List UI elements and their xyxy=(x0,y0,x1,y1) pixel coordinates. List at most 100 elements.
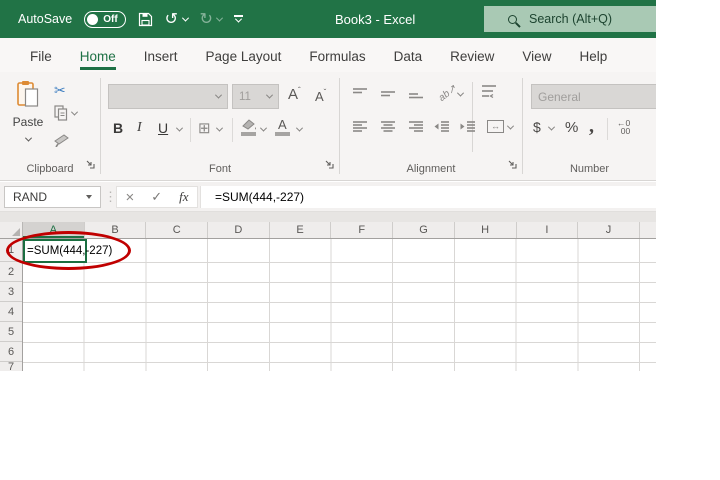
alignment-group-label: Alignment xyxy=(340,163,522,175)
column-header-k-partial[interactable] xyxy=(640,222,656,238)
tab-review[interactable]: Review xyxy=(436,38,508,72)
name-box[interactable]: RAND xyxy=(4,186,101,208)
align-middle-button[interactable] xyxy=(380,86,396,104)
percent-button[interactable]: % xyxy=(565,119,578,136)
enter-button[interactable]: ✓ xyxy=(151,189,162,205)
orientation-button[interactable]: ab↗ xyxy=(437,83,459,104)
wrap-text-button[interactable] xyxy=(481,84,497,104)
column-header-d[interactable]: D xyxy=(208,222,270,238)
column-header-h[interactable]: H xyxy=(455,222,517,238)
name-box-dropdown-icon[interactable] xyxy=(86,195,92,199)
column-header-j[interactable]: J xyxy=(578,222,640,238)
row-header-5[interactable]: 5 xyxy=(0,322,22,342)
redo-icon: ↻ xyxy=(200,9,213,29)
tab-file[interactable]: File xyxy=(16,38,66,72)
grow-font-button[interactable]: Aˆ xyxy=(288,86,301,103)
annotation-ellipse xyxy=(6,231,131,270)
alignment-dialog-launcher[interactable] xyxy=(507,156,517,174)
increase-indent-button[interactable] xyxy=(460,120,476,139)
font-name-select[interactable] xyxy=(108,84,228,109)
clipboard-dialog-launcher[interactable] xyxy=(85,156,95,174)
font-size-value: 11 xyxy=(233,91,267,103)
font-dialog-launcher[interactable] xyxy=(324,156,334,174)
number-format-value: General xyxy=(532,90,656,104)
cut-button[interactable]: ✂ xyxy=(54,82,66,99)
cancel-button[interactable]: × xyxy=(125,189,134,206)
format-painter-button[interactable] xyxy=(54,134,69,147)
font-name-dropdown-icon xyxy=(215,92,222,99)
merge-dropdown-icon[interactable] xyxy=(507,123,514,130)
font-color-dropdown-icon[interactable] xyxy=(296,125,303,132)
align-bottom-button[interactable] xyxy=(408,86,424,104)
undo-button[interactable]: ↺ xyxy=(165,0,188,38)
group-number: General $ % , ←0 00 Number xyxy=(523,72,656,180)
paste-icon xyxy=(16,80,40,108)
tab-insert[interactable]: Insert xyxy=(130,38,192,72)
underline-button[interactable]: U xyxy=(158,120,168,136)
font-size-select[interactable]: 11 xyxy=(232,84,279,109)
currency-button[interactable]: $ xyxy=(533,119,541,135)
italic-button[interactable]: I xyxy=(137,120,142,136)
paste-dropdown-icon[interactable] xyxy=(24,135,31,142)
ribbon-tab-row: File Home Insert Page Layout Formulas Da… xyxy=(0,38,656,72)
tab-help[interactable]: Help xyxy=(565,38,621,72)
formula-grid-divider xyxy=(0,212,656,222)
borders-dropdown-icon[interactable] xyxy=(216,125,223,132)
tab-formulas[interactable]: Formulas xyxy=(295,38,379,72)
search-input[interactable]: Search (Alt+Q) xyxy=(484,6,656,32)
align-right-button[interactable] xyxy=(408,120,424,139)
tab-home[interactable]: Home xyxy=(66,38,130,72)
number-group-label: Number xyxy=(523,163,656,175)
tab-data[interactable]: Data xyxy=(380,38,437,72)
increase-decimal-button[interactable]: ←0 00 xyxy=(617,120,630,135)
font-group-label: Font xyxy=(101,163,339,175)
row-header-3[interactable]: 3 xyxy=(0,282,22,302)
redo-dropdown-icon xyxy=(216,14,223,21)
merge-center-button[interactable]: ↔ xyxy=(487,120,504,133)
autosave-label: AutoSave xyxy=(18,12,72,26)
column-header-i[interactable]: I xyxy=(517,222,579,238)
autosave-toggle[interactable]: Off xyxy=(84,11,125,28)
comma-style-button[interactable]: , xyxy=(589,119,594,133)
row-header-4[interactable]: 4 xyxy=(0,302,22,322)
row-header-7[interactable]: 7 xyxy=(0,362,22,371)
align-center-button[interactable] xyxy=(380,120,396,139)
column-header-f[interactable]: F xyxy=(331,222,393,238)
shrink-font-button[interactable]: Aˇ xyxy=(315,88,326,104)
toggle-knob xyxy=(87,14,98,25)
formula-input[interactable]: =SUM(444,-227) xyxy=(200,186,656,208)
ribbon: Paste ✂ xyxy=(0,72,656,181)
tab-page-layout[interactable]: Page Layout xyxy=(192,38,296,72)
select-all-button[interactable] xyxy=(0,222,23,238)
qat-customize-button[interactable] xyxy=(234,0,243,38)
insert-function-button[interactable]: fx xyxy=(179,189,188,205)
select-all-icon xyxy=(12,228,20,236)
fill-color-dropdown-icon[interactable] xyxy=(260,125,267,132)
paste-label: Paste xyxy=(8,115,48,129)
borders-button[interactable]: ⊞ xyxy=(198,119,211,137)
underline-dropdown-icon[interactable] xyxy=(176,125,183,132)
font-size-dropdown-icon xyxy=(266,92,273,99)
name-box-value: RAND xyxy=(5,190,86,204)
tab-view[interactable]: View xyxy=(508,38,565,72)
paste-button[interactable]: Paste xyxy=(8,80,48,147)
screenshot-canvas: AutoSave Off ↺ ↻ Book3 - Excel Search (A… xyxy=(0,0,720,480)
copy-dropdown-icon[interactable] xyxy=(71,108,78,115)
number-format-select[interactable]: General xyxy=(531,84,656,109)
column-header-e[interactable]: E xyxy=(270,222,332,238)
column-header-c[interactable]: C xyxy=(146,222,208,238)
row-header-6[interactable]: 6 xyxy=(0,342,22,362)
bold-button[interactable]: B xyxy=(113,120,123,136)
currency-dropdown-icon[interactable] xyxy=(548,124,555,131)
decrease-indent-button[interactable] xyxy=(434,120,450,139)
orientation-dropdown-icon[interactable] xyxy=(457,90,464,97)
undo-dropdown-icon[interactable] xyxy=(181,14,188,21)
column-header-g[interactable]: G xyxy=(393,222,455,238)
align-top-button[interactable] xyxy=(352,86,368,104)
copy-button[interactable] xyxy=(54,105,77,121)
align-left-button[interactable] xyxy=(352,120,368,139)
search-placeholder: Search (Alt+Q) xyxy=(529,12,612,26)
save-button[interactable] xyxy=(138,0,153,38)
copy-icon xyxy=(54,105,68,121)
row-header-2[interactable]: 2 xyxy=(0,262,22,282)
